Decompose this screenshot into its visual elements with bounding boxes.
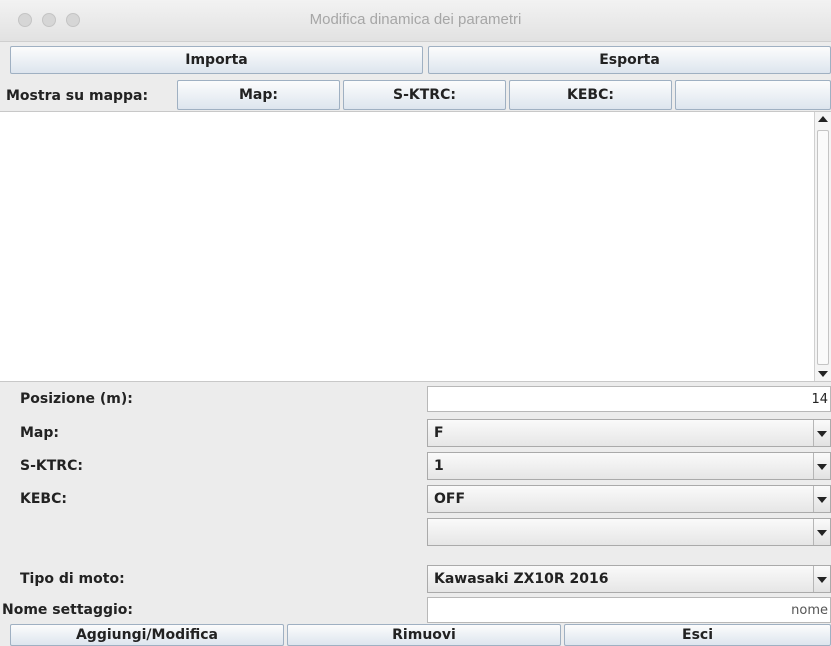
extra-toggle-button[interactable] [675,80,831,110]
sktrc-select[interactable]: 1 [427,452,831,480]
bike-type-label: Tipo di moto: [20,571,125,587]
map-selected-value: F [434,425,444,441]
sktrc-label: S-KTRC: [20,458,83,474]
settings-list-area[interactable] [0,111,831,382]
chevron-down-icon[interactable] [813,453,830,479]
map-toggle-button[interactable]: Map: [177,80,340,110]
kebc-selected-value: OFF [434,491,466,507]
kebc-label: KEBC: [20,491,67,507]
kebc-select[interactable]: OFF [427,485,831,513]
kebc-toggle-button[interactable]: KEBC: [509,80,672,110]
sktrc-selected-value: 1 [434,458,444,474]
map-select[interactable]: F [427,419,831,447]
show-on-map-label: Mostra su mappa: [6,88,149,104]
scroll-up-icon[interactable] [818,116,828,122]
bike-type-select[interactable]: Kawasaki ZX10R 2016 [427,565,831,593]
chevron-down-icon[interactable] [813,519,830,545]
export-button[interactable]: Esporta [428,46,831,74]
sktrc-toggle-button[interactable]: S-KTRC: [343,80,506,110]
add-edit-button[interactable]: Aggiungi/Modifica [10,624,284,646]
window-title: Modifica dinamica dei parametri [309,11,522,28]
setting-name-label: Nome settaggio: [2,602,134,618]
import-button[interactable]: Importa [10,46,423,74]
chevron-down-icon[interactable] [813,486,830,512]
setting-name-input[interactable]: nome [427,597,831,623]
chevron-down-icon[interactable] [813,566,830,592]
remove-button[interactable]: Rimuovi [287,624,561,646]
position-input[interactable]: 14 [427,386,831,412]
scroll-down-icon[interactable] [818,371,828,377]
vertical-scrollbar[interactable] [814,112,831,381]
scrollbar-thumb[interactable] [817,130,829,365]
exit-button[interactable]: Esci [564,624,831,646]
chevron-down-icon[interactable] [813,420,830,446]
extra-select[interactable] [427,518,831,546]
position-label: Posizione (m): [20,391,133,407]
bike-type-selected-value: Kawasaki ZX10R 2016 [434,571,609,587]
title-bar: Modifica dinamica dei parametri [0,0,831,42]
map-label: Map: [20,425,59,441]
